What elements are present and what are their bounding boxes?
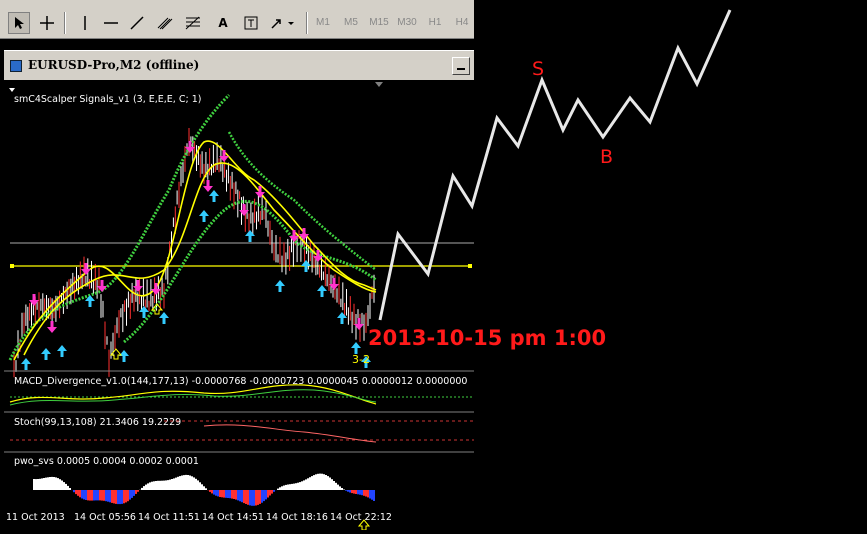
buy-arrow-icon (57, 345, 67, 357)
pwo-histogram (33, 473, 375, 506)
timeframe-m1[interactable]: M1 (310, 14, 336, 32)
crosshair-icon[interactable] (36, 12, 58, 34)
time-label: 14 Oct 22:12 (330, 512, 392, 523)
channel-icon[interactable] (154, 12, 176, 34)
pwo-indicator-label: pwo_svs 0.0005 0.0004 0.0002 0.0001 (14, 456, 199, 467)
timeframe-m5[interactable]: M5 (338, 14, 364, 32)
level-handle-right[interactable] (468, 264, 472, 268)
chart-window-icon (10, 60, 22, 72)
time-label: 14 Oct 18:16 (266, 512, 328, 523)
horizontal-line-icon[interactable] (100, 12, 122, 34)
buy-arrow-icon (119, 350, 129, 362)
chart-shift-marker (9, 88, 15, 92)
price-candles (13, 128, 375, 378)
timeframe-m30[interactable]: M30 (394, 14, 420, 32)
window-title: EURUSD-Pro,M2 (offline) (28, 58, 200, 72)
buy-arrow-icon (301, 260, 311, 272)
chart-end-marker (375, 82, 383, 87)
text-label-icon[interactable] (240, 12, 262, 34)
time-label: 14 Oct 05:56 (74, 512, 136, 523)
buy-arrow-icon (199, 210, 209, 222)
main-indicator-label: smC4Scalper Signals_v1 (3, E,E,E, C; 1) (14, 94, 201, 105)
minimize-button[interactable] (452, 57, 470, 75)
buy-arrow-icon (21, 358, 31, 370)
timeframe-m15[interactable]: M15 (366, 14, 392, 32)
toolbar: A M1 M5 M15 M30 H1 H4 (0, 0, 474, 39)
level-handle-left[interactable] (10, 264, 14, 268)
buy-arrow-icon (209, 190, 219, 202)
text-tool-button[interactable]: A (212, 12, 234, 34)
time-label: 14 Oct 14:51 (202, 512, 264, 523)
chart-area[interactable]: smC4Scalper Signals_v1 (3, E,E,E, C; 1) … (4, 80, 474, 531)
timeframe-h4[interactable]: H4 (449, 14, 475, 32)
time-label: 11 Oct 2013 (6, 512, 65, 523)
toolbar-separator (64, 12, 66, 34)
buy-arrow-icon (317, 285, 327, 297)
price-marker-label: 3-2 (352, 353, 370, 366)
window-titlebar[interactable]: EURUSD-Pro,M2 (offline) (4, 50, 474, 80)
stoch-main-line (203, 424, 377, 443)
buy-arrow-icon (245, 230, 255, 242)
time-axis: 11 Oct 2013 14 Oct 05:56 14 Oct 11:51 14… (4, 510, 474, 530)
time-label: 14 Oct 11:51 (138, 512, 200, 523)
sell-arrow-icon (47, 321, 57, 333)
moving-average-slow (23, 162, 377, 356)
macd-indicator-label: MACD_Divergence_v1.0(144,177,13) -0.0000… (14, 376, 467, 387)
stoch-indicator-label: Stoch(99,13,108) 21.3406 19.2229 (14, 417, 181, 428)
moving-average-fast (13, 140, 377, 361)
toolbar-separator (306, 12, 308, 34)
buy-point-label: B (600, 146, 613, 168)
arrows-dropdown-icon[interactable] (266, 12, 300, 34)
sell-arrow-icon (151, 283, 161, 295)
sell-arrow-icon (81, 263, 91, 275)
chart-window: EURUSD-Pro,M2 (offline) smC4Scalper Sign… (4, 40, 474, 531)
buy-arrow-icon (159, 312, 169, 324)
sell-point-label: S (532, 58, 544, 80)
trendline-icon[interactable] (126, 12, 148, 34)
upper-band (227, 131, 377, 271)
chart-canvas[interactable]: smC4Scalper Signals_v1 (3, E,E,E, C; 1) … (4, 80, 474, 531)
timeframe-h1[interactable]: H1 (422, 14, 448, 32)
buy-arrow-icon (337, 312, 347, 324)
signal-arrows (21, 141, 371, 370)
vertical-line-icon[interactable] (74, 12, 96, 34)
fibonacci-icon[interactable] (182, 12, 204, 34)
cursor-icon[interactable] (8, 12, 30, 34)
buy-arrow-icon (41, 348, 51, 360)
buy-arrow-icon (275, 280, 285, 292)
